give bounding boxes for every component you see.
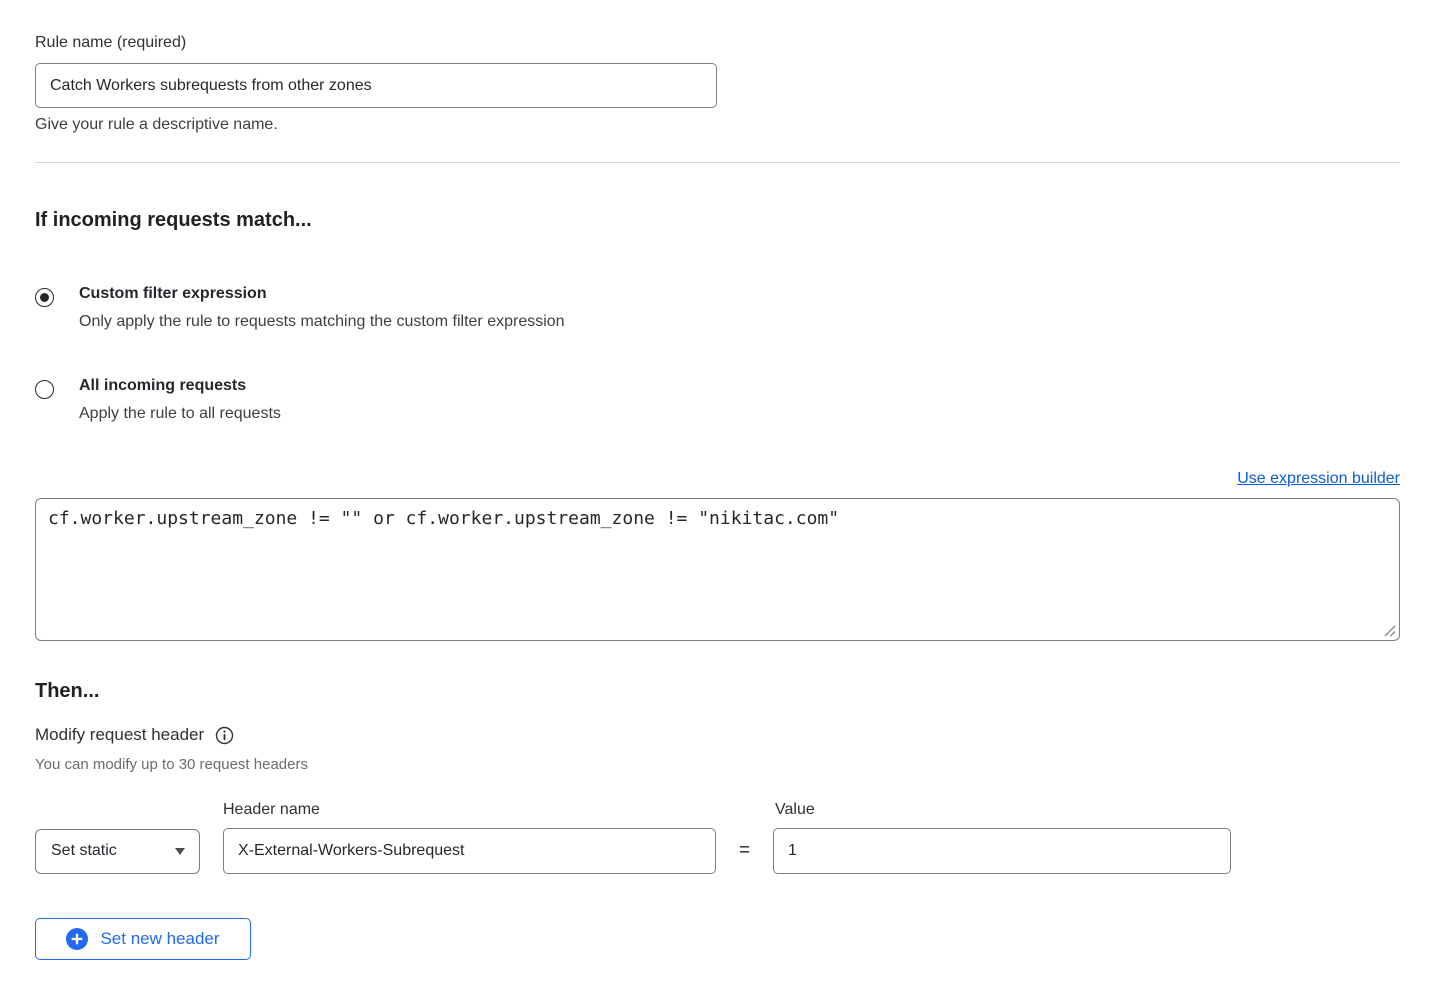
radio-button-custom-filter-selected[interactable]	[35, 288, 54, 307]
filter-expression-textarea[interactable]: cf.worker.upstream_zone != "" or cf.work…	[35, 498, 1400, 641]
builder-link-row: Use expression builder	[0, 470, 1400, 488]
action-row: Modify request header	[35, 725, 1446, 745]
then-section-heading: Then...	[35, 680, 1446, 703]
radio-option-texts: All incoming requests Apply the rule to …	[79, 377, 281, 423]
set-new-header-label: Set new header	[100, 929, 219, 949]
expression-editor-wrap: cf.worker.upstream_zone != "" or cf.work…	[35, 498, 1400, 641]
value-label: Value	[775, 801, 815, 819]
header-value-input[interactable]	[773, 828, 1231, 874]
all-requests-description: Apply the rule to all requests	[79, 405, 281, 423]
all-requests-label: All incoming requests	[79, 377, 281, 395]
match-section-heading: If incoming requests match...	[35, 209, 1446, 232]
section-divider	[35, 162, 1400, 163]
header-labels-row: Header name Value	[35, 801, 1446, 819]
rule-name-helper: Give your rule a descriptive name.	[35, 116, 1446, 134]
chevron-down-icon	[175, 848, 185, 855]
rule-editor-page: Rule name (required) Give your rule a de…	[0, 0, 1446, 960]
radio-button-all-requests-unselected[interactable]	[35, 380, 54, 399]
header-name-input[interactable]	[223, 828, 716, 874]
radio-option-texts: Custom filter expression Only apply the …	[79, 285, 565, 331]
label-spacer	[35, 801, 223, 819]
equals-sign: =	[716, 840, 773, 862]
info-icon[interactable]	[215, 726, 234, 745]
set-new-header-button[interactable]: Set new header	[35, 918, 251, 960]
modify-request-header-label: Modify request header	[35, 725, 204, 745]
custom-filter-description: Only apply the rule to requests matching…	[79, 313, 565, 331]
operation-select[interactable]: Set static	[35, 829, 200, 874]
header-name-label: Header name	[223, 801, 775, 819]
radio-option-custom-filter[interactable]: Custom filter expression Only apply the …	[35, 285, 1446, 331]
plus-icon	[66, 928, 88, 950]
rule-name-input[interactable]	[35, 63, 717, 108]
custom-filter-label: Custom filter expression	[79, 285, 565, 303]
radio-selected-dot	[40, 293, 49, 302]
header-edit-row: Set static =	[35, 828, 1400, 874]
modify-header-helper: You can modify up to 30 request headers	[35, 756, 1446, 773]
use-expression-builder-link[interactable]: Use expression builder	[1237, 470, 1400, 487]
operation-select-value: Set static	[51, 842, 117, 860]
rule-name-label: Rule name (required)	[35, 34, 1446, 52]
radio-option-all-requests[interactable]: All incoming requests Apply the rule to …	[35, 377, 1446, 423]
